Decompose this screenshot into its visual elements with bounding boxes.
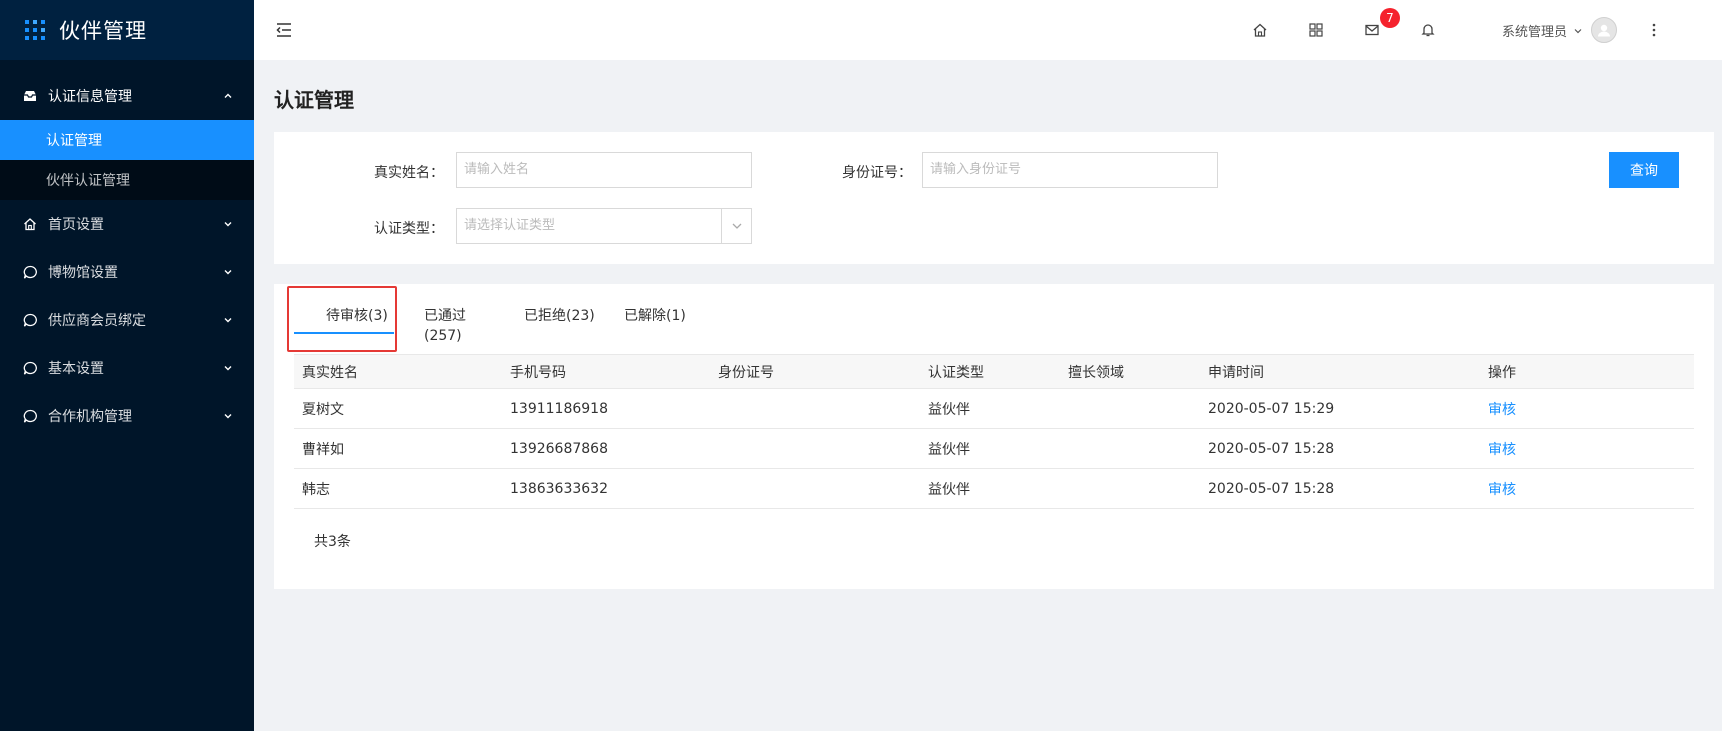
review-link[interactable]: 审核 xyxy=(1480,388,1694,429)
column-header: 认证类型 xyxy=(920,354,1060,389)
menu-head-auth-info[interactable]: 认证信息管理 xyxy=(0,72,254,120)
total-count: 共3条 xyxy=(314,534,351,550)
column-header: 真实姓名 xyxy=(294,354,502,389)
column-header: 身份证号 xyxy=(710,354,920,389)
menu-label: 基本设置 xyxy=(48,361,104,377)
table-header-row: 真实姓名 手机号码 身份证号 认证类型 擅长领域 申请时间 操作 xyxy=(294,354,1694,389)
cell-apply-time: 2020-05-07 15:29 xyxy=(1200,388,1480,429)
table-row: 曹祥如 13926687868 益伙伴 2020-05-07 15:28 审核 xyxy=(294,428,1694,469)
tab-approved-line1: 已通过 xyxy=(424,308,466,324)
cell-auth-type: 益伙伴 xyxy=(920,428,1060,469)
cell-auth-type: 益伙伴 xyxy=(920,468,1060,509)
auth-type-placeholder: 请选择认证类型 xyxy=(464,218,556,233)
menu-fold-icon[interactable] xyxy=(274,20,294,40)
menu-label: 供应商会员绑定 xyxy=(48,313,146,329)
cell-name: 曹祥如 xyxy=(294,428,502,469)
cell-apply-time: 2020-05-07 15:28 xyxy=(1200,468,1480,509)
highlight-annotation xyxy=(287,286,397,352)
sidebar-item-auth-manage[interactable]: 认证管理 xyxy=(0,120,254,160)
chevron-down-icon[interactable] xyxy=(721,209,751,243)
cell-id-number xyxy=(710,428,920,469)
menu-label: 首页设置 xyxy=(48,217,104,233)
cell-auth-type: 益伙伴 xyxy=(920,388,1060,429)
chevron-down-icon xyxy=(222,314,234,326)
result-panel: 待审核(3) 已通过 (257) 已拒绝(23) 已解除(1) 真实姓名 手机号… xyxy=(274,284,1714,589)
cell-name: 夏树文 xyxy=(294,388,502,429)
review-link[interactable]: 审核 xyxy=(1480,428,1694,469)
chevron-up-icon xyxy=(222,90,234,102)
cell-field xyxy=(1060,428,1200,469)
auth-type-select[interactable]: 请选择认证类型 xyxy=(456,208,752,244)
tab-released[interactable]: 已解除(1) xyxy=(624,306,686,326)
chevron-down-icon xyxy=(222,266,234,278)
menu-label: 博物馆设置 xyxy=(48,265,118,281)
result-table: 真实姓名 手机号码 身份证号 认证类型 擅长领域 申请时间 操作 夏树文 139… xyxy=(294,354,1694,509)
column-header: 手机号码 xyxy=(502,354,710,389)
menu-head-museum-settings[interactable]: 博物馆设置 xyxy=(0,248,254,296)
table-row: 夏树文 13911186918 益伙伴 2020-05-07 15:29 审核 xyxy=(294,388,1694,429)
user-name: 系统管理员 xyxy=(1502,24,1568,40)
column-header: 擅长领域 xyxy=(1060,354,1200,389)
review-link[interactable]: 审核 xyxy=(1480,468,1694,509)
apps-grid-icon[interactable] xyxy=(1306,20,1326,40)
chat-icon xyxy=(22,408,38,424)
column-header: 操作 xyxy=(1480,354,1694,389)
chat-icon xyxy=(22,312,38,328)
menu-group-auth-info: 认证信息管理 认证管理 伙伴认证管理 xyxy=(0,72,254,200)
avatar[interactable] xyxy=(1591,17,1618,43)
name-input[interactable]: 请输入姓名 xyxy=(456,152,752,188)
menu-label: 认证信息管理 xyxy=(48,89,132,105)
more-vertical-icon[interactable] xyxy=(1644,20,1664,40)
id-number-input[interactable]: 请输入身份证号 xyxy=(922,152,1218,188)
page-title: 认证管理 xyxy=(274,88,354,112)
id-number-label: 身份证号： xyxy=(842,165,912,181)
cell-apply-time: 2020-05-07 15:28 xyxy=(1200,428,1480,469)
bell-icon[interactable] xyxy=(1418,20,1438,40)
search-form: 真实姓名： 请输入姓名 身份证号： 请输入身份证号 认证类型： 请选择认证类型 … xyxy=(274,132,1714,264)
auth-type-label: 认证类型： xyxy=(374,221,444,237)
cell-field xyxy=(1060,388,1200,429)
mail-badge: 7 xyxy=(1380,8,1400,28)
name-label: 真实姓名： xyxy=(374,165,444,181)
chevron-down-icon xyxy=(222,410,234,422)
status-tabs: 待审核(3) 已通过 (257) 已拒绝(23) 已解除(1) xyxy=(294,284,1694,344)
sidebar: 伙伴管理 认证信息管理 认证管理 伙伴认证管理 首页设置 博物馆设置 供应商会员… xyxy=(0,0,254,731)
app-title: 伙伴管理 xyxy=(59,19,147,43)
menu-label: 合作机构管理 xyxy=(48,409,132,425)
chevron-down-icon xyxy=(222,218,234,230)
cell-id-number xyxy=(710,388,920,429)
cell-phone: 13911186918 xyxy=(502,388,710,429)
menu-head-home-settings[interactable]: 首页设置 xyxy=(0,200,254,248)
table-row: 韩志 13863633632 益伙伴 2020-05-07 15:28 审核 xyxy=(294,468,1694,509)
submenu-auth-info: 认证管理 伙伴认证管理 xyxy=(0,120,254,200)
tab-approved-line2: (257) xyxy=(424,328,462,344)
grid-logo-icon xyxy=(25,20,45,40)
cell-id-number xyxy=(710,468,920,509)
tab-approved[interactable]: 已通过 (257) xyxy=(424,306,466,346)
cell-field xyxy=(1060,468,1200,509)
query-button[interactable]: 查询 xyxy=(1609,152,1679,188)
menu-head-supplier-binding[interactable]: 供应商会员绑定 xyxy=(0,296,254,344)
inbox-icon xyxy=(22,88,38,104)
chat-icon xyxy=(22,264,38,280)
cell-phone: 13863633632 xyxy=(502,468,710,509)
app-logo: 伙伴管理 xyxy=(0,0,254,60)
mail-icon[interactable] xyxy=(1362,20,1382,40)
home-icon xyxy=(22,216,38,232)
cell-name: 韩志 xyxy=(294,468,502,509)
chevron-down-icon xyxy=(1573,25,1583,35)
menu-head-partner-org[interactable]: 合作机构管理 xyxy=(0,392,254,440)
sidebar-item-partner-auth[interactable]: 伙伴认证管理 xyxy=(0,160,254,200)
chat-icon xyxy=(22,360,38,376)
home-icon[interactable] xyxy=(1250,20,1270,40)
menu-head-basic-settings[interactable]: 基本设置 xyxy=(0,344,254,392)
chevron-down-icon xyxy=(222,362,234,374)
tab-rejected[interactable]: 已拒绝(23) xyxy=(524,306,595,326)
top-header: 7 系统管理员 xyxy=(254,0,1722,60)
column-header: 申请时间 xyxy=(1200,354,1480,389)
user-menu[interactable]: 系统管理员 xyxy=(1502,16,1618,44)
cell-phone: 13926687868 xyxy=(502,428,710,469)
